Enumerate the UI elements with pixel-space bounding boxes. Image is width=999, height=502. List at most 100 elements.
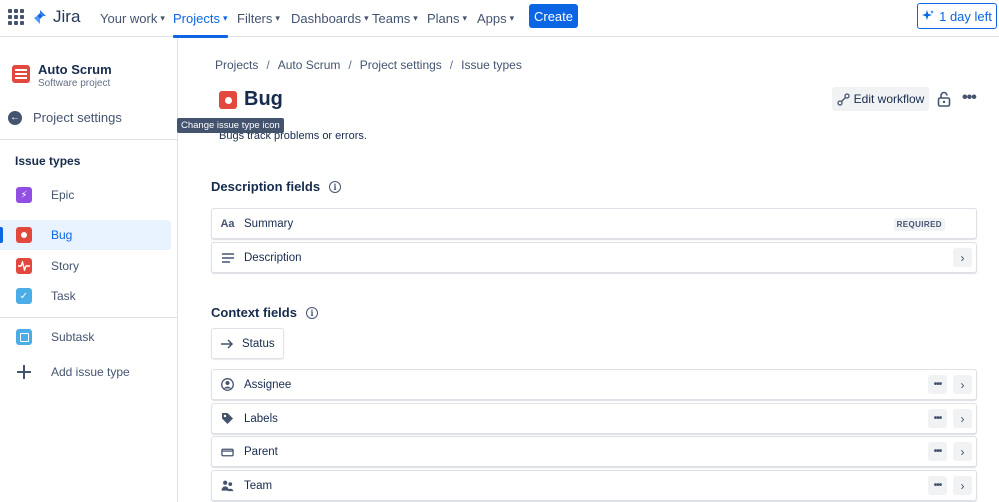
- sidebar-section-heading: Issue types: [15, 154, 81, 168]
- chevron-right-icon[interactable]: ›: [953, 476, 972, 495]
- field-label: Labels: [244, 412, 278, 425]
- bug-icon: [16, 227, 32, 243]
- logo-text: Jira: [53, 7, 81, 26]
- nav-label: Plans: [427, 11, 460, 26]
- breadcrumb-separator: /: [266, 58, 270, 72]
- required-badge: REQUIRED: [893, 218, 945, 231]
- sidebar-item-label: Task: [51, 289, 76, 303]
- nav-label: Apps: [477, 11, 507, 26]
- more-icon[interactable]: •••: [928, 476, 947, 495]
- chevron-down-icon: ▾: [462, 13, 468, 23]
- add-issue-type-label: Add issue type: [51, 365, 130, 379]
- project-header[interactable]: Auto Scrum Software project: [12, 63, 112, 90]
- info-icon[interactable]: i: [305, 306, 318, 319]
- project-avatar-icon: [12, 65, 30, 83]
- unlock-icon[interactable]: [937, 91, 951, 107]
- sidebar-item-label: Subtask: [51, 330, 95, 344]
- field-description[interactable]: Description ›: [211, 242, 977, 273]
- nav-filters[interactable]: Filters ▾: [237, 0, 280, 37]
- chevron-right-icon[interactable]: ›: [953, 409, 972, 428]
- sidebar-item-story[interactable]: Story: [0, 251, 171, 281]
- more-icon[interactable]: •••: [928, 442, 947, 461]
- sparkle-icon: [922, 10, 935, 20]
- chevron-down-icon: ▾: [160, 13, 165, 23]
- nav-label: Projects: [173, 11, 220, 26]
- field-team[interactable]: Team ••• ›: [211, 470, 977, 501]
- field-label: Parent: [244, 445, 278, 458]
- sidebar-item-label: Story: [51, 259, 80, 273]
- nav-projects[interactable]: Projects ▾: [173, 0, 228, 38]
- more-actions-icon[interactable]: •••: [962, 90, 977, 106]
- plus-icon: [16, 364, 32, 380]
- task-icon: ✓: [16, 288, 32, 304]
- page-title: Bug: [244, 88, 283, 110]
- breadcrumb: Projects / Auto Scrum / Project settings…: [215, 58, 522, 72]
- nav-plans[interactable]: Plans ▾: [427, 0, 467, 37]
- breadcrumb-issue-types[interactable]: Issue types: [461, 58, 522, 72]
- person-icon: [221, 378, 234, 391]
- chevron-right-icon[interactable]: ›: [953, 375, 972, 394]
- field-assignee[interactable]: Assignee ••• ›: [211, 369, 977, 400]
- field-label: Description: [244, 251, 302, 264]
- sidebar-item-label: Epic: [51, 188, 75, 202]
- more-icon[interactable]: •••: [928, 375, 947, 394]
- trial-button[interactable]: 1 day left: [917, 3, 997, 29]
- top-navigation: Jira Your work ▾ Projects ▾ Filters ▾ Dashb…: [0, 0, 999, 38]
- chevron-down-icon: ▾: [222, 13, 228, 23]
- breadcrumb-projects[interactable]: Projects: [215, 58, 258, 72]
- jira-logo[interactable]: Jira: [32, 7, 80, 27]
- more-icon[interactable]: •••: [928, 409, 947, 428]
- chevron-down-icon: ▾: [364, 13, 369, 23]
- create-button[interactable]: Create: [529, 4, 578, 28]
- text-style-icon: Aa: [220, 217, 235, 230]
- divider: [0, 317, 177, 318]
- breadcrumb-separator: /: [348, 58, 352, 72]
- nav-apps[interactable]: Apps ▾: [477, 0, 514, 37]
- edit-workflow-button[interactable]: Edit workflow: [832, 87, 929, 111]
- jira-logo-icon: [34, 10, 46, 24]
- breadcrumb-separator: /: [449, 58, 454, 72]
- trial-label: 1 day left: [939, 8, 992, 24]
- project-name: Auto Scrum: [38, 62, 112, 77]
- back-to-project-settings[interactable]: ← Project settings: [8, 110, 122, 125]
- chevron-right-icon[interactable]: ›: [953, 248, 972, 267]
- sidebar-item-task[interactable]: ✓ Task: [0, 281, 171, 311]
- bug-icon[interactable]: [219, 91, 237, 109]
- field-label: Assignee: [244, 378, 292, 391]
- nav-label: Teams: [372, 11, 411, 26]
- nav-dashboards[interactable]: Dashboards ▾: [291, 0, 369, 37]
- nav-label: Filters: [237, 11, 273, 26]
- status-field[interactable]: Status: [211, 328, 284, 359]
- context-fields-heading: Context fields i: [211, 305, 318, 320]
- chevron-down-icon: ▾: [413, 13, 418, 23]
- field-summary[interactable]: Aa Summary REQUIRED: [211, 208, 977, 239]
- nav-label: Your work: [100, 11, 158, 26]
- app-switcher-icon[interactable]: [8, 9, 24, 25]
- divider: [0, 139, 177, 140]
- chevron-down-icon: ▾: [509, 13, 515, 23]
- field-labels[interactable]: Labels ••• ›: [211, 403, 977, 434]
- nav-label: Dashboards: [291, 11, 362, 26]
- add-issue-type-button[interactable]: Add issue type: [0, 357, 171, 387]
- info-icon[interactable]: i: [329, 180, 342, 193]
- sidebar-item-bug[interactable]: Bug: [0, 220, 171, 250]
- workflow-icon: [837, 92, 850, 106]
- nav-teams[interactable]: Teams ▾: [372, 0, 418, 37]
- description-fields-heading: Description fields i: [211, 179, 342, 194]
- section-title: Description fields: [211, 179, 321, 194]
- chevron-right-icon[interactable]: ›: [953, 442, 972, 461]
- field-label: Summary: [244, 217, 294, 230]
- sidebar-item-subtask[interactable]: Subtask: [0, 322, 171, 352]
- breadcrumb-project-settings[interactable]: Project settings: [360, 58, 442, 72]
- field-label: Team: [244, 479, 273, 492]
- sidebar-item-epic[interactable]: ⚡ Epic: [0, 180, 171, 210]
- section-title: Context fields: [211, 305, 297, 320]
- back-label: Project settings: [33, 110, 122, 125]
- status-label: Status: [242, 337, 275, 350]
- tooltip: Change issue type icon: [177, 118, 284, 133]
- arrow-right-icon: [221, 338, 234, 349]
- field-parent[interactable]: Parent ••• ›: [211, 436, 977, 467]
- breadcrumb-project[interactable]: Auto Scrum: [278, 58, 341, 72]
- nav-your-work[interactable]: Your work ▾: [100, 0, 165, 37]
- people-icon: [221, 479, 234, 492]
